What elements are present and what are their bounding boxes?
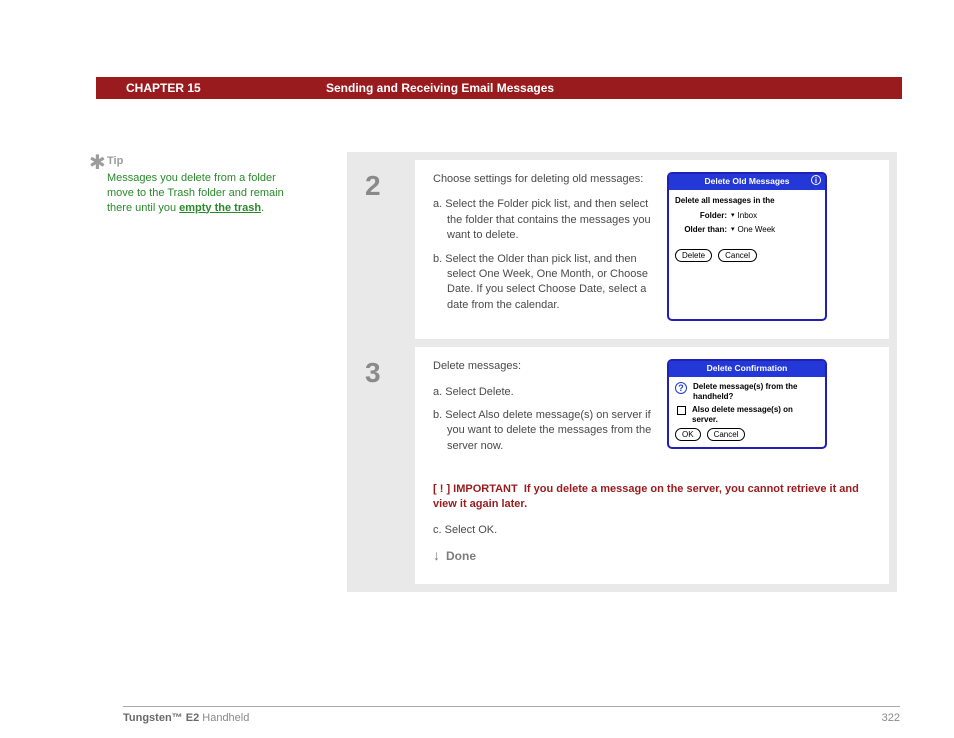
step-3-c: c. Select OK. (433, 523, 867, 538)
also-delete-checkbox[interactable] (677, 406, 686, 415)
folder-picklist[interactable]: ▾Inbox (731, 210, 757, 221)
question-icon: ? (675, 382, 687, 394)
page-number: 322 (882, 712, 900, 724)
checkbox-label: Also delete message(s) on server. (692, 405, 819, 424)
older-than-label: Older than: (675, 224, 731, 235)
chapter-header-bar: CHAPTER 15 Sending and Receiving Email M… (96, 77, 902, 99)
step-3-intro: Delete messages: (433, 359, 653, 374)
dialog-title: Delete Confirmation (669, 361, 825, 377)
confirm-question: Delete message(s) from the handheld? (693, 382, 819, 401)
asterisk-icon: ✱ (89, 150, 106, 177)
tip-sidebar: ✱ Tip Messages you delete from a folder … (107, 154, 287, 215)
step-2: 2 Choose settings for deleting old messa… (355, 160, 889, 339)
step-2-b: b. Select the Older than pick list, and … (433, 252, 653, 314)
done-row: ↓ Done (433, 546, 867, 566)
step-2-text: Choose settings for deleting old message… (433, 172, 653, 321)
delete-button[interactable]: Delete (675, 249, 712, 262)
step-number: 3 (355, 347, 415, 584)
cancel-button[interactable]: Cancel (718, 249, 757, 262)
step-3-lower: [ ! ] IMPORTANT If you delete a message … (433, 482, 867, 566)
chevron-down-icon: ▾ (731, 225, 735, 235)
empty-trash-link[interactable]: empty the trash (179, 202, 261, 214)
ok-button[interactable]: OK (675, 428, 701, 441)
delete-confirmation-dialog: Delete Confirmation ? Delete message(s) … (667, 359, 827, 449)
steps-container: 2 Choose settings for deleting old messa… (347, 152, 897, 592)
step-3-b: b. Select Also delete message(s) on serv… (433, 408, 653, 454)
step-2-intro: Choose settings for deleting old message… (433, 172, 653, 187)
delete-old-messages-dialog: Delete Old Messages i Delete all message… (667, 172, 827, 321)
page-footer: Tungsten™ E2 Handheld 322 (123, 712, 900, 724)
important-tag: [ ! ] IMPORTANT (433, 483, 518, 495)
dialog-title: Delete Old Messages i (669, 174, 825, 190)
chapter-label: CHAPTER 15 (126, 81, 326, 95)
tip-text-after: . (261, 202, 264, 214)
tip-label: Tip (107, 154, 287, 169)
down-arrow-icon: ↓ (433, 546, 440, 566)
done-label: Done (446, 548, 476, 565)
tip-text: Messages you delete from a folder move t… (107, 171, 287, 216)
folder-label: Folder: (675, 210, 731, 221)
step-3-a: a. Select Delete. (433, 385, 653, 400)
step-3: 3 Delete messages: a. Select Delete. b. … (355, 347, 889, 584)
step-3-text: Delete messages: a. Select Delete. b. Se… (433, 359, 653, 462)
step-number: 2 (355, 160, 415, 339)
footer-rule (123, 706, 900, 707)
chapter-title: Sending and Receiving Email Messages (326, 81, 554, 95)
cancel-button[interactable]: Cancel (707, 428, 746, 441)
step-2-a: a. Select the Folder pick list, and then… (433, 197, 653, 243)
info-icon[interactable]: i (811, 175, 821, 185)
product-name: Tungsten™ E2 Handheld (123, 712, 249, 724)
chevron-down-icon: ▾ (731, 211, 735, 221)
older-than-picklist[interactable]: ▾One Week (731, 224, 775, 235)
dialog-line1: Delete all messages in the (675, 195, 819, 206)
